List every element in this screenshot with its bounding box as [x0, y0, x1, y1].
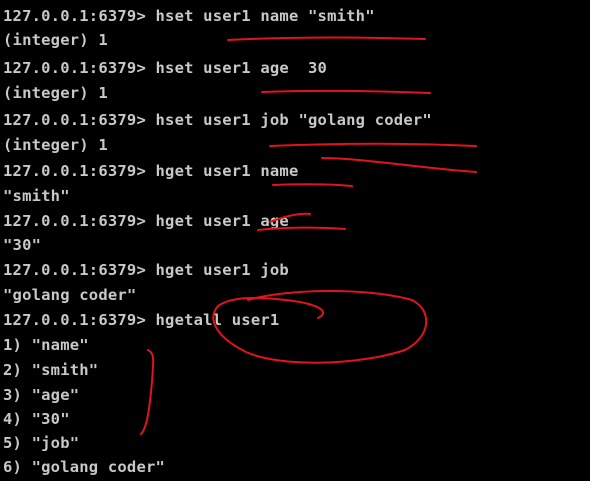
- terminal-line-output: 3) "age": [3, 386, 80, 404]
- underline-hset-age: [261, 89, 431, 94]
- terminal-line-prompt: 127.0.0.1:6379> hset user1 age 30: [3, 59, 328, 77]
- bracket-hgetall-results: [140, 349, 155, 435]
- scribble-hget-name: [321, 157, 477, 173]
- terminal-line-prompt: 127.0.0.1:6379> hset user1 name "smith": [3, 7, 375, 25]
- underline-hset-name: [227, 36, 426, 41]
- terminal-line-output: 4) "30": [3, 410, 70, 428]
- terminal-line-output: 2) "smith": [3, 361, 99, 379]
- annotation-strokes: [140, 36, 477, 435]
- terminal-window[interactable]: 127.0.0.1:6379> hset user1 name "smith" …: [0, 0, 590, 481]
- terminal-line-output: (integer) 1: [3, 84, 108, 102]
- underline-hget-name: [272, 183, 353, 187]
- terminal-line-prompt: 127.0.0.1:6379> hget user1 name: [3, 162, 299, 180]
- terminal-line-output: "golang coder": [3, 286, 137, 304]
- terminal-line-output: 5) "job": [3, 434, 80, 452]
- terminal-line-output: "30": [3, 236, 42, 254]
- terminal-line-prompt: 127.0.0.1:6379> hgetall user1: [3, 311, 280, 329]
- terminal-line-prompt: 127.0.0.1:6379> hset user1 job "golang c…: [3, 111, 432, 129]
- underline-hset-job: [269, 142, 477, 147]
- terminal-line-prompt: 127.0.0.1:6379> hget user1 age: [3, 212, 289, 230]
- terminal-line-prompt: 127.0.0.1:6379> hget user1 job: [3, 261, 289, 279]
- terminal-line-output: 1) "name": [3, 336, 89, 354]
- terminal-line-output: (integer) 1: [3, 136, 108, 154]
- terminal-line-output: (integer) 1: [3, 31, 108, 49]
- terminal-line-output: 6) "golang coder": [3, 458, 166, 476]
- terminal-line-output: "smith": [3, 187, 70, 205]
